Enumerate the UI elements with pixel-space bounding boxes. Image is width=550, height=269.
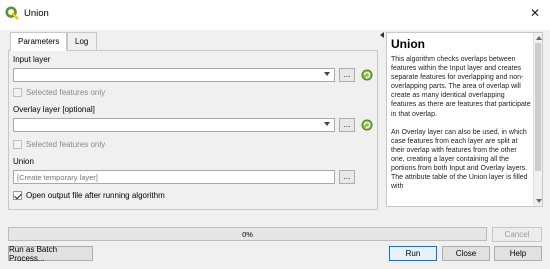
- iterate-icon: [361, 119, 373, 131]
- checkbox-box: [13, 191, 22, 200]
- progress-bar: 0%: [8, 227, 487, 241]
- tab-log[interactable]: Log: [67, 32, 97, 50]
- overlay-layer-iterate-button[interactable]: [359, 118, 375, 132]
- open-output-label: Open output file after running algorithm: [26, 191, 165, 200]
- help-body: This algorithm checks overlaps between f…: [391, 55, 531, 200]
- tab-parameters[interactable]: Parameters: [10, 32, 67, 51]
- run-button[interactable]: Run: [389, 246, 437, 261]
- union-output-label: Union: [13, 157, 34, 166]
- union-output-browse-button[interactable]: ...: [339, 170, 355, 184]
- close-button-label: Close: [455, 249, 477, 258]
- checkbox-box: [13, 140, 22, 149]
- open-output-checkbox[interactable]: Open output file after running algorithm: [13, 191, 165, 200]
- scroll-up-icon[interactable]: [536, 36, 542, 40]
- input-layer-combobox[interactable]: [13, 68, 335, 82]
- ellipsis-label: ...: [343, 172, 351, 181]
- close-icon: ✕: [529, 6, 541, 20]
- run-button-label: Run: [405, 249, 421, 258]
- overlay-layer-browse-button[interactable]: ...: [339, 118, 355, 132]
- help-button[interactable]: Help: [494, 246, 542, 261]
- overlay-selected-only-label: Selected features only: [26, 140, 106, 149]
- ellipsis-label: ...: [343, 70, 351, 79]
- input-selected-only-checkbox[interactable]: Selected features only: [13, 88, 105, 97]
- overlay-layer-combobox[interactable]: [13, 118, 335, 132]
- scroll-down-icon[interactable]: [536, 199, 542, 203]
- help-scrollbar[interactable]: [533, 33, 542, 206]
- iterate-icon: [361, 69, 373, 81]
- close-button[interactable]: Close: [442, 246, 490, 261]
- help-panel: Union This algorithm checks overlaps bet…: [386, 32, 543, 207]
- chevron-down-icon: [324, 122, 330, 126]
- input-selected-only-label: Selected features only: [26, 88, 106, 97]
- ellipsis-label: ...: [343, 120, 351, 129]
- chevron-down-icon: [324, 72, 330, 76]
- cancel-button[interactable]: Cancel: [492, 227, 542, 242]
- run-as-batch-button[interactable]: Run as Batch Process...: [8, 244, 93, 263]
- tab-parameters-label: Parameters: [18, 37, 60, 46]
- input-layer-browse-button[interactable]: ...: [339, 68, 355, 82]
- window-close-button[interactable]: ✕: [520, 0, 550, 26]
- checkbox-box: [13, 88, 22, 97]
- scrollbar-thumb[interactable]: [535, 43, 541, 171]
- union-output-input[interactable]: [13, 170, 335, 184]
- run-as-batch-label: Run as Batch Process...: [9, 244, 58, 263]
- overlay-layer-label: Overlay layer [optional]: [13, 105, 95, 114]
- overlay-selected-only-checkbox[interactable]: Selected features only: [13, 140, 105, 149]
- cancel-button-label: Cancel: [504, 230, 530, 239]
- input-layer-iterate-button[interactable]: [359, 68, 375, 82]
- qgis-logo-icon: [5, 6, 19, 20]
- window-title: Union: [24, 8, 49, 19]
- input-layer-label: Input layer: [13, 55, 51, 64]
- help-paragraph: An Overlay layer can also be used, in wh…: [391, 128, 528, 191]
- parameters-panel: Input layer ... Selected features only O…: [8, 50, 378, 210]
- tab-log-label: Log: [75, 37, 89, 46]
- help-button-label: Help: [509, 249, 527, 258]
- title-bar: Union ✕: [0, 0, 550, 30]
- help-paragraph: This algorithm checks overlaps between f…: [391, 56, 531, 118]
- progress-label: 0%: [242, 229, 253, 239]
- help-title: Union: [391, 37, 425, 51]
- collapse-help-icon[interactable]: [380, 32, 384, 38]
